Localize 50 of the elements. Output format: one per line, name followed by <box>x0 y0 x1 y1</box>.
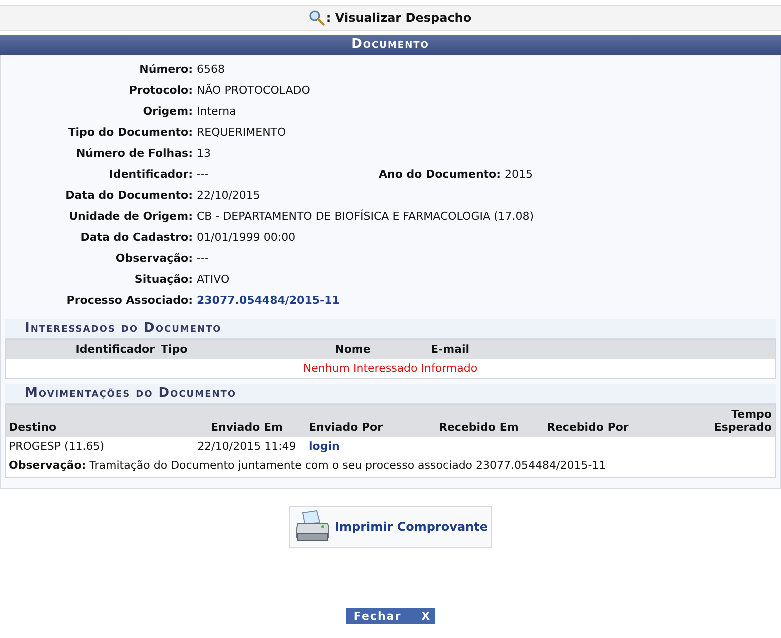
printer-icon <box>295 510 332 544</box>
field-label: Processo Associado: <box>66 293 194 309</box>
field-value: 01/01/1999 00:00 <box>197 230 296 246</box>
observation-text: Tramitação do Documento juntamente com o seu processo associado 23077.054484/2015-11 <box>90 459 606 472</box>
field-value: 22/10/2015 <box>197 188 260 204</box>
column-header: Nome <box>334 342 372 358</box>
field-value: 6568 <box>197 62 225 78</box>
field-label: Protocolo: <box>128 83 194 99</box>
table-cell-text: 22/10/2015 11:49 <box>196 439 298 455</box>
field-label: Ano do Documento: <box>379 167 502 183</box>
field-label: Origem: <box>142 104 194 120</box>
page-title: : Visualizar Despacho <box>326 11 472 25</box>
field-value: --- <box>197 167 210 183</box>
field-label: Tipo do Documento: <box>67 125 194 141</box>
field-value: 2015 <box>505 167 533 183</box>
observation-label: Observação: <box>9 459 86 472</box>
column-header: Recebido Por <box>546 420 630 436</box>
field-value: ATIVO <box>197 272 230 288</box>
field-value: Interna <box>197 104 236 120</box>
subsection-header: Movimentações do Documento <box>5 384 776 404</box>
print-button[interactable]: Imprimir Comprovante <box>289 506 492 548</box>
field-label: Número de Folhas: <box>75 146 194 162</box>
user-link[interactable]: login <box>309 440 340 453</box>
field-value: 13 <box>197 146 211 162</box>
column-header: Identificador <box>74 342 156 358</box>
field-value: REQUERIMENTO <box>197 125 286 141</box>
field-label: Data do Documento: <box>64 188 194 204</box>
field-label: Data do Cadastro: <box>80 230 194 246</box>
subsection-header: Interessados do Documento <box>5 319 776 339</box>
section-caption: Documento <box>0 35 781 55</box>
field-label: Identificador: <box>108 167 194 183</box>
column-header: Tempo Esperado <box>713 407 773 436</box>
column-header: Enviado Por <box>308 420 384 436</box>
column-header: E-mail <box>430 342 471 358</box>
table-cell-text: PROGESP (11.65) <box>8 439 106 455</box>
field-label: Observação: <box>114 251 194 267</box>
column-header: Destino <box>8 420 58 436</box>
column-header: Tipo <box>160 342 189 358</box>
column-header: Recebido Em <box>438 420 520 436</box>
field-value: --- <box>197 251 209 267</box>
close-button[interactable]: Fechar X <box>346 608 436 624</box>
field-label: Unidade de Origem: <box>68 209 194 225</box>
magnifier-icon <box>309 10 326 26</box>
field-label: Situação: <box>134 272 194 288</box>
process-link[interactable]: 23077.054484/2015-11 <box>197 290 340 311</box>
column-header: Enviado Em <box>210 420 284 436</box>
empty-message: Nenhum Interessado Informado <box>303 362 478 375</box>
field-value: NÃO PROTOCOLADO <box>197 82 310 99</box>
field-label: Número: <box>138 62 194 78</box>
field-value: CB - DEPARTAMENTO DE BIOFÍSICA E FARMACOLOGIA (17.08) <box>197 208 534 225</box>
